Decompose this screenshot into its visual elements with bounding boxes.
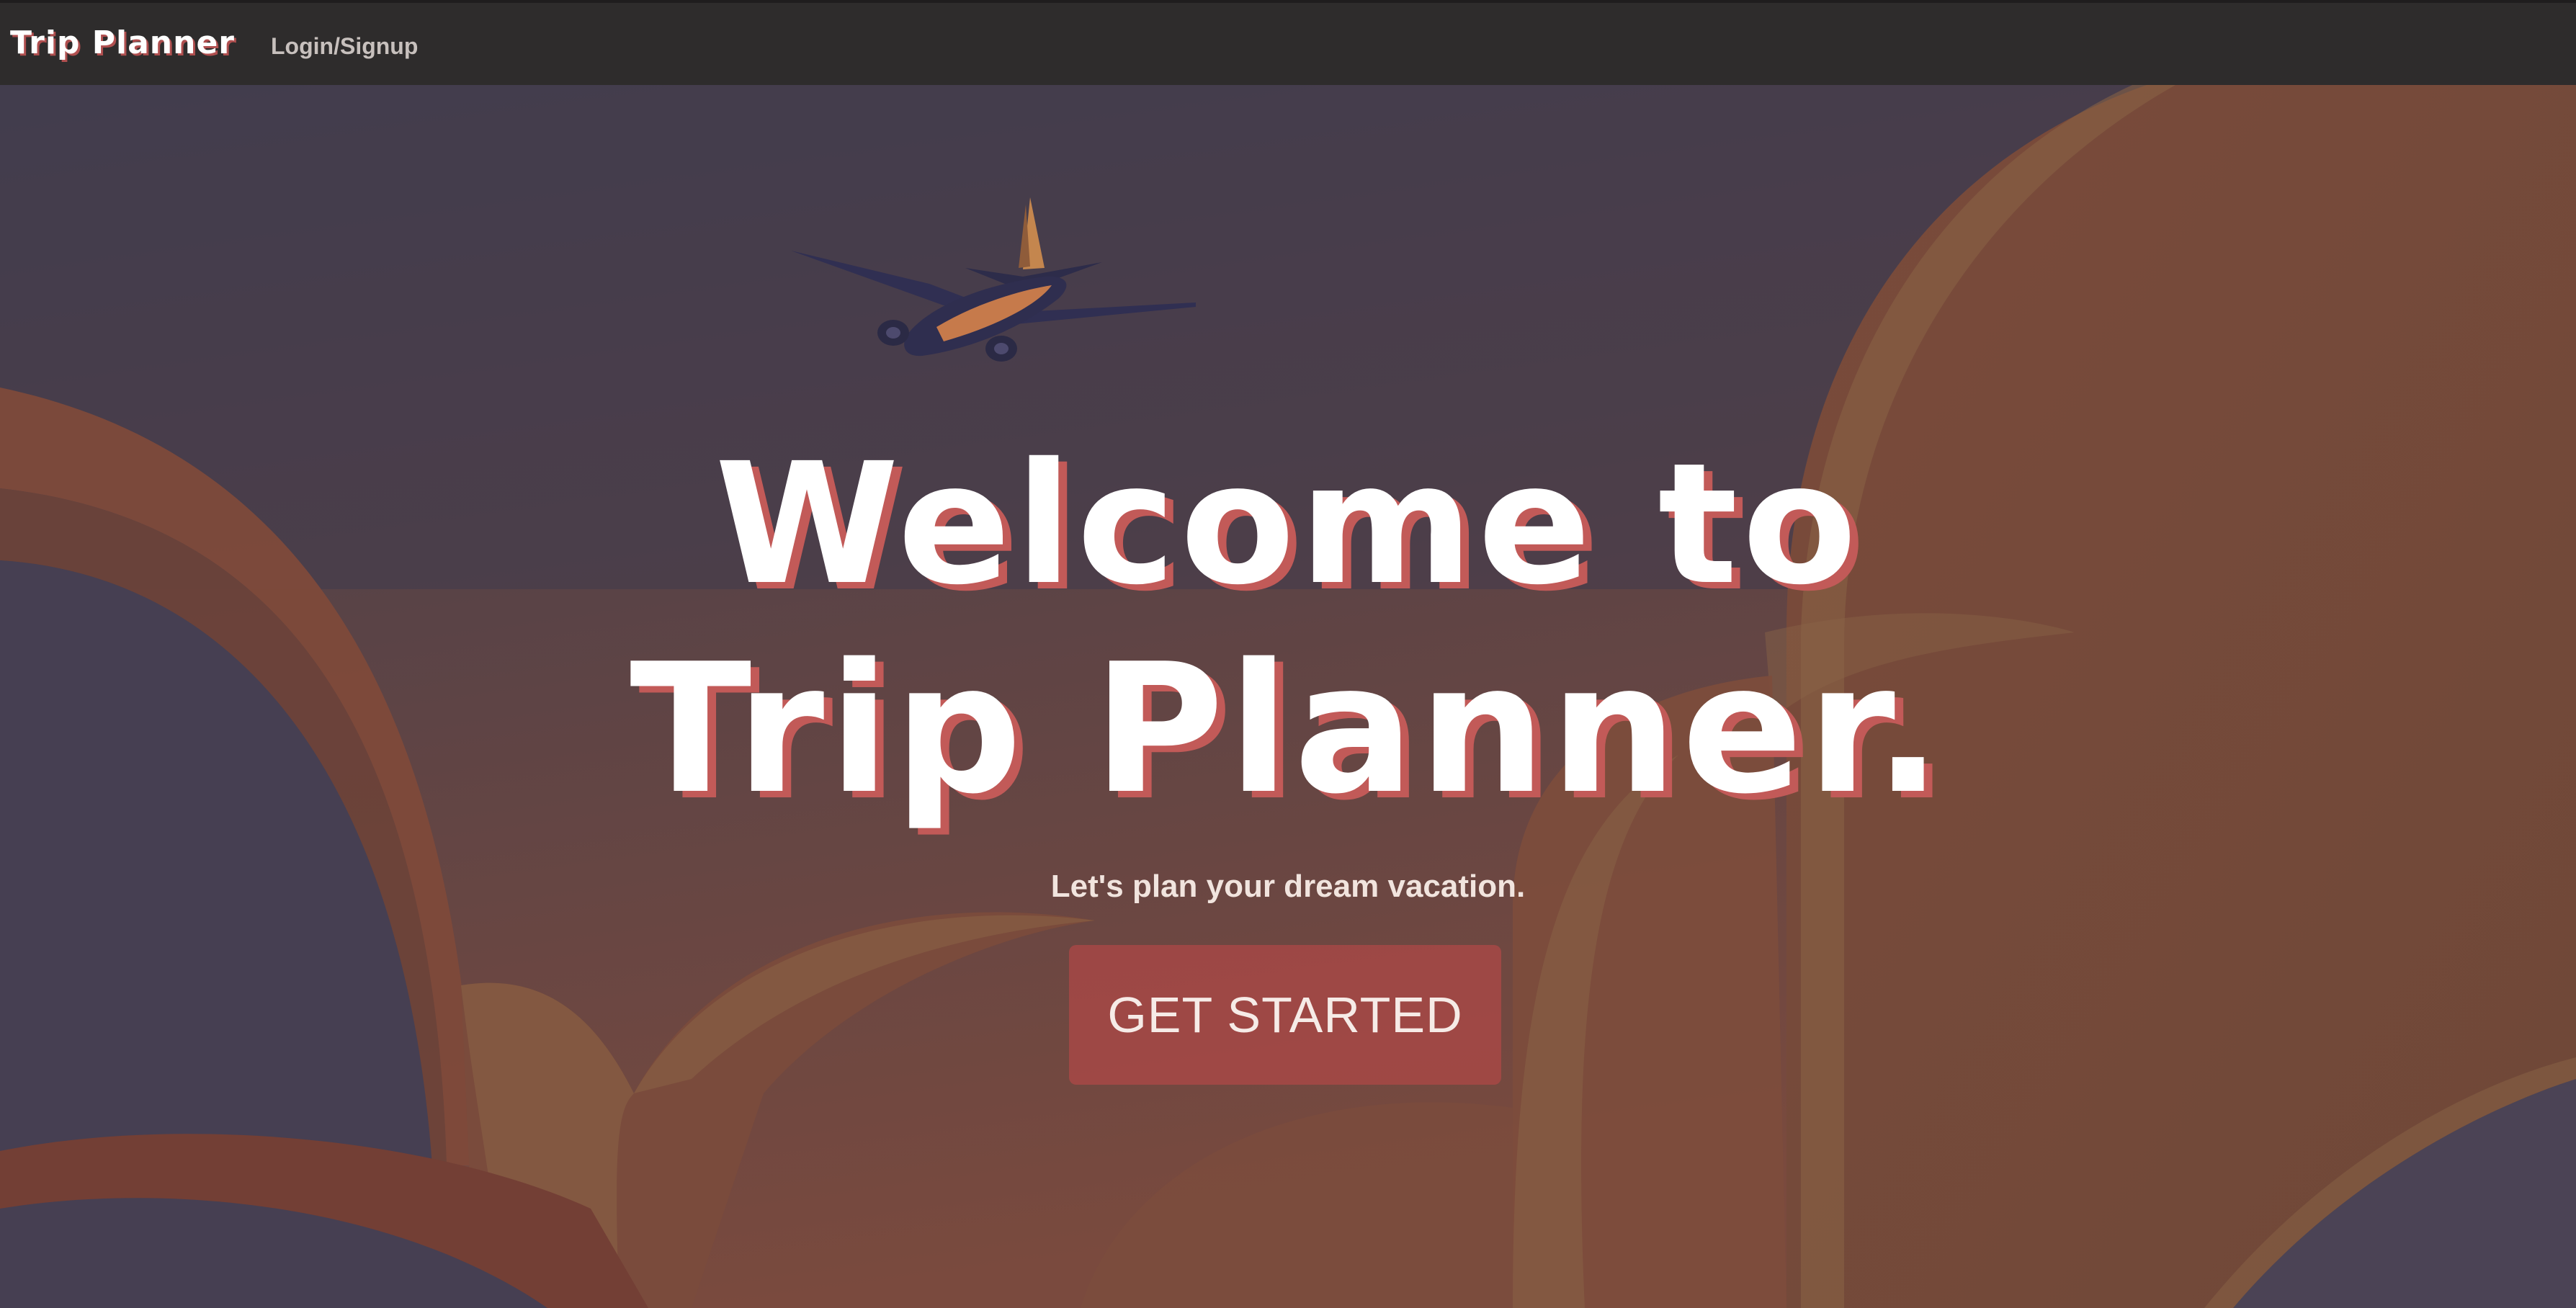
hero-section: Welcome to Trip Planner. Let's plan your… [0, 85, 2576, 1308]
navbar: Trip Planner Login/Signup [0, 0, 2576, 85]
page: Trip Planner Login/Signup Welcome to Tri… [0, 0, 2576, 1308]
get-started-button[interactable]: GET STARTED [1069, 945, 1501, 1085]
brand-logo[interactable]: Trip Planner [10, 24, 235, 61]
tagline: Let's plan your dream vacation. [1050, 869, 1526, 904]
headline-line-1: Welcome to [715, 427, 1861, 622]
airplane-icon [791, 197, 1196, 362]
login-signup-link[interactable]: Login/Signup [271, 33, 418, 60]
headline-line-2: Trip Planner. [630, 626, 1946, 833]
